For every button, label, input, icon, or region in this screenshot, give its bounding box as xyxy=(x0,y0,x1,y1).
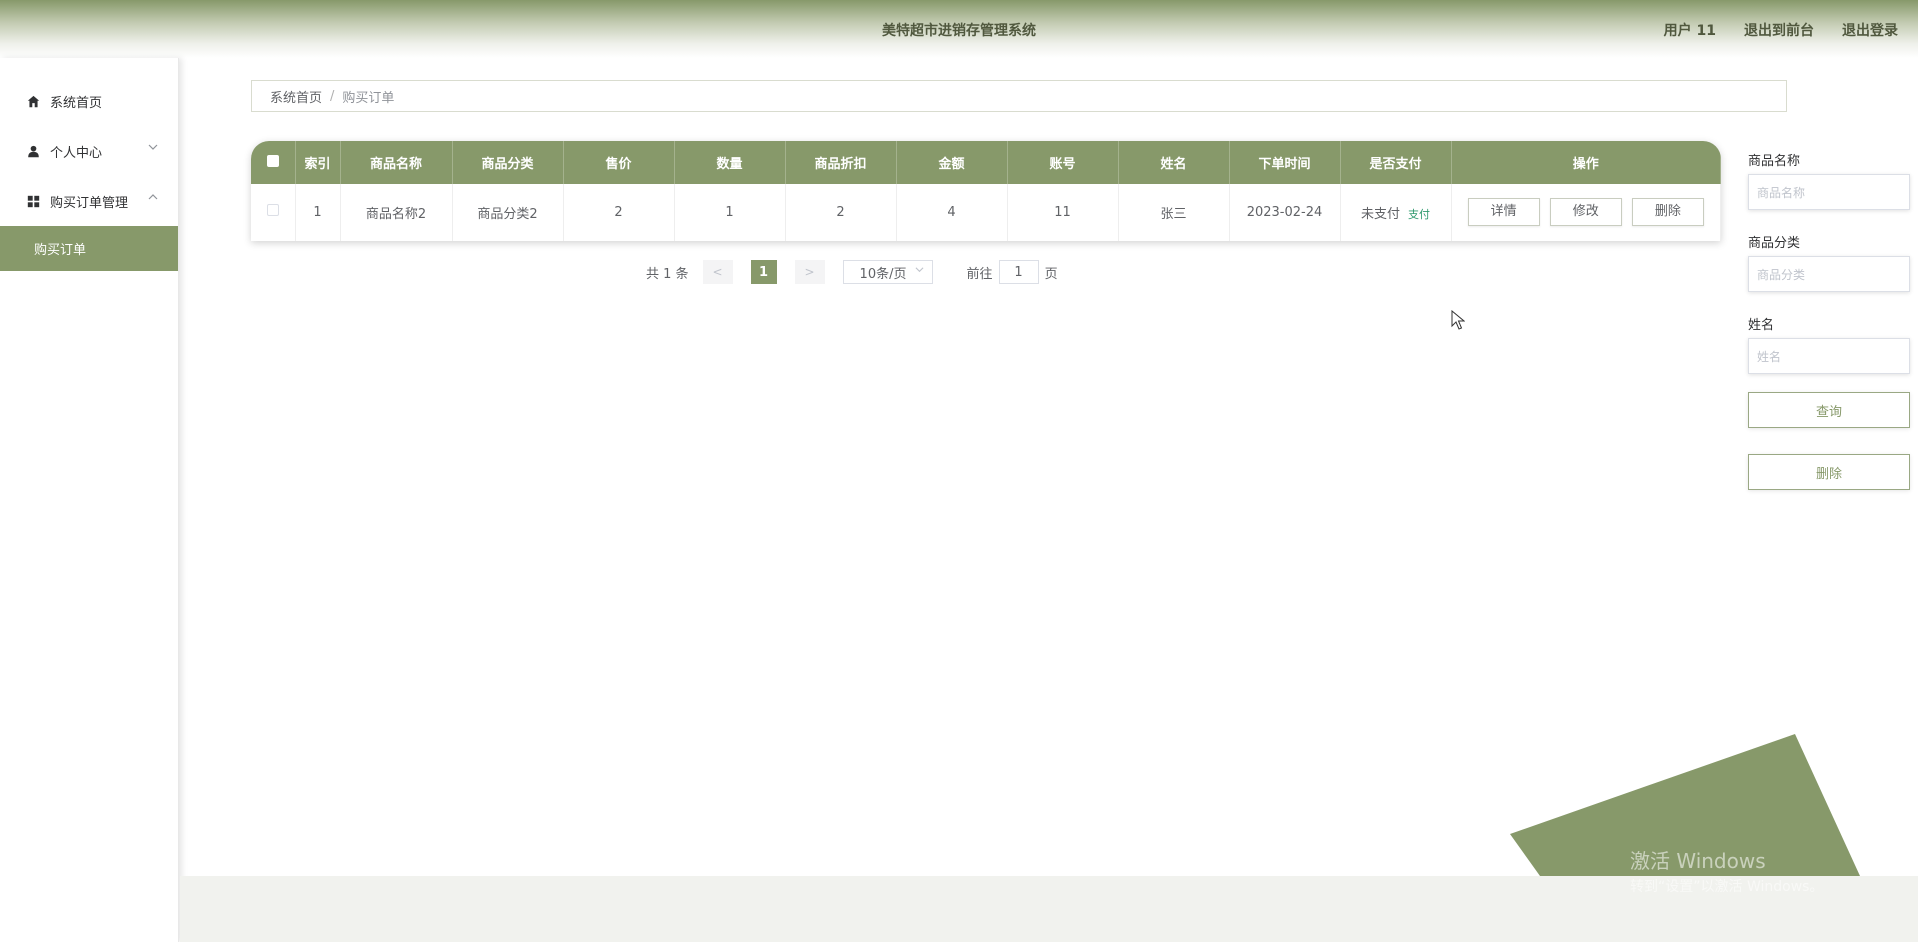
cell-discount: 2 xyxy=(785,184,897,241)
sidebar-item-label: 个人中心 xyxy=(50,145,103,161)
cell-price: 2 xyxy=(563,184,675,241)
header-actions: 用户 11 退出到前台 退出登录 xyxy=(1664,20,1898,40)
column-header: 是否支付 xyxy=(1340,141,1452,184)
top-header: 美特超市进销存管理系统 用户 11 退出到前台 退出登录 xyxy=(0,0,1918,58)
page-size-value: 10条/页 xyxy=(859,266,907,282)
exit-front-link[interactable]: 退出到前台 xyxy=(1744,20,1814,40)
column-header: 账号 xyxy=(1007,141,1119,184)
watermark-line1: 激活 Windows xyxy=(1630,849,1766,873)
person-name-label: 姓名 xyxy=(1748,318,1775,333)
cell-account: 11 xyxy=(1007,184,1119,241)
column-header: 姓名 xyxy=(1118,141,1230,184)
column-header: 商品折扣 xyxy=(785,141,897,184)
chevron-down-icon xyxy=(915,265,924,277)
sidebar-item-label: 购买订单管理 xyxy=(50,195,129,211)
row-checkbox[interactable] xyxy=(251,184,296,241)
column-header: 索引 xyxy=(295,141,341,184)
table-row: 1 商品名称2 商品分类2 2 1 2 4 11 张三 2023-02-24 未… xyxy=(251,184,1721,241)
detail-button[interactable]: 详情 xyxy=(1467,198,1540,227)
next-page-button[interactable]: > xyxy=(794,260,825,284)
chevron-down-icon xyxy=(148,142,158,155)
orders-table: 索引 商品名称 商品分类 售价 数量 商品折扣 金额 账号 姓名 下单时间 是否… xyxy=(251,141,1721,241)
grid-icon xyxy=(26,194,40,208)
category-label: 商品分类 xyxy=(1748,236,1801,251)
mouse-cursor-icon xyxy=(1451,310,1465,330)
sidebar-item-home[interactable]: 系统首页 xyxy=(0,76,178,126)
chevron-up-icon xyxy=(148,192,158,205)
column-header: 商品分类 xyxy=(452,141,564,184)
sidebar-subitem-purchase-orders[interactable]: 购买订单 xyxy=(0,226,178,271)
cell-quantity: 1 xyxy=(674,184,786,241)
query-button[interactable]: 查询 xyxy=(1748,392,1910,428)
table-header-row: 索引 商品名称 商品分类 售价 数量 商品折扣 金额 账号 姓名 下单时间 是否… xyxy=(251,141,1721,184)
cell-person: 张三 xyxy=(1118,184,1230,241)
user-label: 用户 11 xyxy=(1663,23,1716,39)
pay-link[interactable]: 支付 xyxy=(1408,208,1430,221)
page-size-select[interactable]: 10条/页 xyxy=(842,260,933,284)
select-all-checkbox[interactable] xyxy=(251,141,296,184)
category-input[interactable]: 商品分类 xyxy=(1748,256,1910,292)
breadcrumb-current: 购买订单 xyxy=(342,90,395,106)
edit-button[interactable]: 修改 xyxy=(1549,198,1622,227)
sidebar-item-profile[interactable]: 个人中心 xyxy=(0,126,178,176)
column-header: 售价 xyxy=(563,141,675,184)
pagination: 共 1 条 < 1 > 10条/页 前往 1 页 xyxy=(646,259,1058,285)
sidebar-item-label: 系统首页 xyxy=(50,95,103,111)
breadcrumb-separator: / xyxy=(330,88,335,104)
watermark-line2: 转到“设置”以激活 Windows。 xyxy=(1630,879,1824,895)
goto-prefix: 前往 xyxy=(966,266,993,282)
sidebar-item-orders[interactable]: 购买订单管理 xyxy=(0,176,178,226)
column-header: 金额 xyxy=(896,141,1008,184)
user-icon xyxy=(26,144,40,158)
logout-link[interactable]: 退出登录 xyxy=(1842,20,1898,40)
cell-product-name: 商品名称2 xyxy=(340,184,453,241)
breadcrumb-home[interactable]: 系统首页 xyxy=(270,87,322,106)
page-number-button[interactable]: 1 xyxy=(750,260,777,284)
cell-actions: 详情 修改 删除 xyxy=(1451,184,1721,241)
person-name-input[interactable]: 姓名 xyxy=(1748,338,1910,374)
app-title: 美特超市进销存管理系统 xyxy=(882,23,1036,39)
cell-amount: 4 xyxy=(896,184,1008,241)
cell-order-time: 2023-02-24 xyxy=(1229,184,1341,241)
home-icon xyxy=(26,94,40,108)
column-header: 操作 xyxy=(1451,141,1721,184)
product-name-label: 商品名称 xyxy=(1748,154,1801,169)
goto-suffix: 页 xyxy=(1044,266,1058,282)
windows-activation-watermark: 激活 Windows 转到“设置”以激活 Windows。 xyxy=(1630,845,1823,896)
product-name-input[interactable]: 商品名称 xyxy=(1748,174,1910,210)
paid-status-text: 未支付 xyxy=(1360,206,1400,222)
cell-index: 1 xyxy=(295,184,341,241)
batch-delete-button[interactable]: 删除 xyxy=(1748,454,1910,490)
column-header: 数量 xyxy=(674,141,786,184)
breadcrumb: 系统首页 / 购买订单 xyxy=(251,80,1787,112)
cell-category: 商品分类2 xyxy=(452,184,564,241)
column-header: 商品名称 xyxy=(340,141,453,184)
prev-page-button[interactable]: < xyxy=(702,260,733,284)
pagination-total: 共 1 条 xyxy=(646,266,689,282)
cell-paid-status: 未支付 支付 xyxy=(1340,184,1452,241)
goto-page-input[interactable]: 1 xyxy=(998,260,1039,284)
search-panel: 商品名称 商品名称 商品分类 商品分类 姓名 姓名 查询 删除 xyxy=(1748,150,1910,490)
delete-button[interactable]: 删除 xyxy=(1631,198,1704,227)
column-header: 下单时间 xyxy=(1229,141,1341,184)
sidebar: 系统首页 个人中心 购买订单管理 购买订单 xyxy=(0,58,179,942)
